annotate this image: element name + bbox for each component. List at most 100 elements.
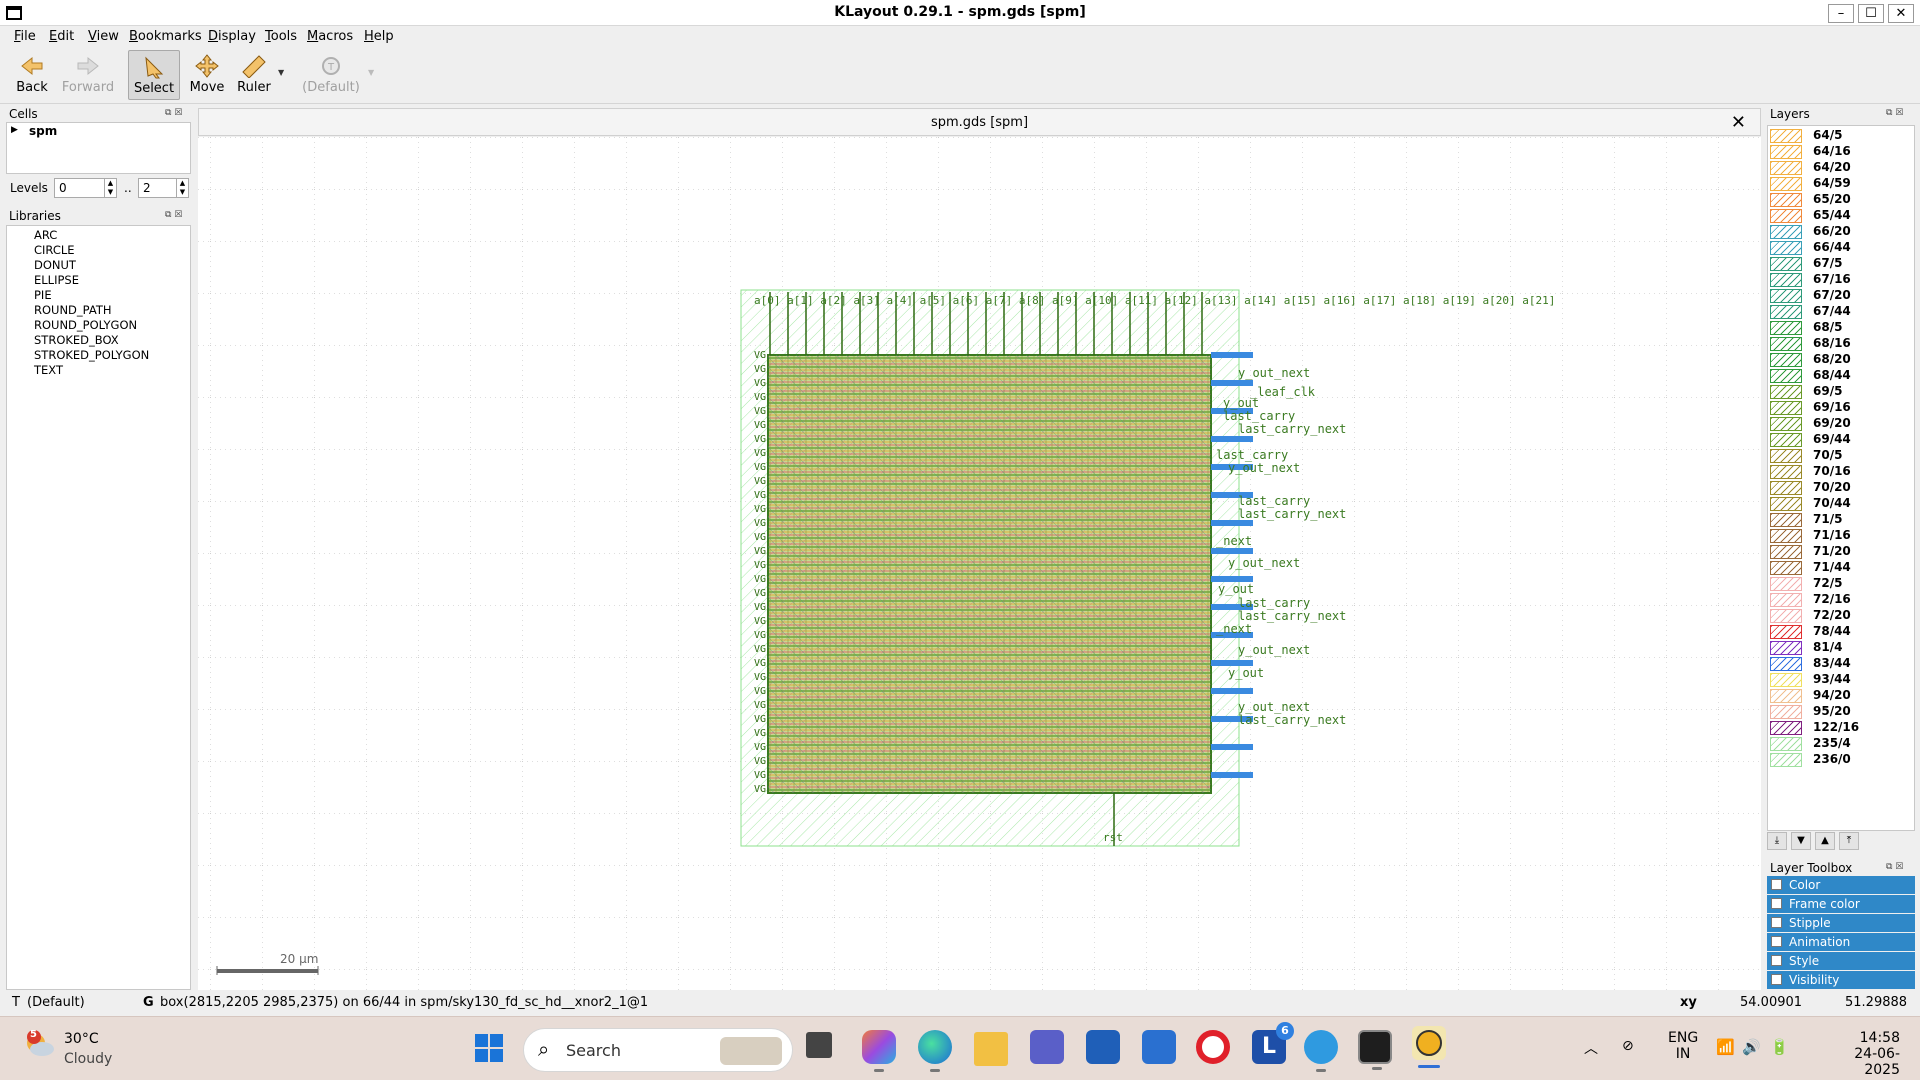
layer-row[interactable]: 68/5 bbox=[1770, 320, 1910, 336]
layer-row[interactable]: 66/44 bbox=[1770, 240, 1910, 256]
toolbox-frame-color[interactable]: Frame color bbox=[1767, 895, 1915, 913]
layer-row[interactable]: 72/20 bbox=[1770, 608, 1910, 624]
layer-row[interactable]: 70/16 bbox=[1770, 464, 1910, 480]
layer-row[interactable]: 68/20 bbox=[1770, 352, 1910, 368]
layer-row[interactable]: 70/5 bbox=[1770, 448, 1910, 464]
network-warning-icon[interactable]: ⊘ bbox=[1622, 1038, 1634, 1054]
layer-row[interactable]: 67/16 bbox=[1770, 272, 1910, 288]
layer-row[interactable]: 68/44 bbox=[1770, 368, 1910, 384]
levels-to-spinbox[interactable]: 2 ▲ ▼ bbox=[138, 178, 189, 198]
weather-desc[interactable]: Cloudy bbox=[64, 1051, 112, 1067]
cells-dock-buttons-icon[interactable]: ⧉ ☒ bbox=[165, 108, 187, 120]
layer-row[interactable]: 65/20 bbox=[1770, 192, 1910, 208]
checkbox-icon[interactable] bbox=[1771, 955, 1782, 966]
menu-tools[interactable]: Tools bbox=[265, 29, 297, 44]
library-item[interactable]: CIRCLE bbox=[34, 243, 75, 257]
layer-row[interactable]: 71/20 bbox=[1770, 544, 1910, 560]
terminal-icon[interactable] bbox=[1358, 1030, 1392, 1070]
layer-row[interactable]: 67/44 bbox=[1770, 304, 1910, 320]
library-item[interactable]: STROKED_POLYGON bbox=[34, 348, 149, 362]
layer-row[interactable]: 67/20 bbox=[1770, 288, 1910, 304]
layer-row[interactable]: 65/44 bbox=[1770, 208, 1910, 224]
ruler-tool[interactable]: Ruler bbox=[234, 50, 274, 100]
layout-tab[interactable]: spm.gds [spm] ✕ bbox=[198, 108, 1761, 136]
back-button[interactable]: Back bbox=[10, 50, 54, 100]
layer-row[interactable]: 95/20 bbox=[1770, 704, 1910, 720]
library-item[interactable]: TEXT bbox=[34, 363, 63, 377]
layer-row[interactable]: 69/20 bbox=[1770, 416, 1910, 432]
layer-row[interactable]: 72/5 bbox=[1770, 576, 1910, 592]
library-item[interactable]: DONUT bbox=[34, 258, 76, 272]
edge-browser-icon[interactable] bbox=[918, 1030, 952, 1072]
menu-edit[interactable]: Edit bbox=[49, 29, 74, 44]
layer-row[interactable]: 122/16 bbox=[1770, 720, 1910, 736]
checkbox-icon[interactable] bbox=[1771, 936, 1782, 947]
layer-row[interactable]: 69/16 bbox=[1770, 400, 1910, 416]
close-tab-icon[interactable]: ✕ bbox=[1731, 112, 1746, 133]
layout-canvas[interactable]: a[0] a[1] a[2] a[3] a[4] a[5] a[6] a[7] … bbox=[198, 137, 1761, 990]
toolbox-stipple[interactable]: Stipple bbox=[1767, 914, 1915, 932]
checkbox-icon[interactable] bbox=[1771, 898, 1782, 909]
layer-row[interactable]: 69/44 bbox=[1770, 432, 1910, 448]
layer-row[interactable]: 64/20 bbox=[1770, 160, 1910, 176]
clock[interactable]: 14:58 24-06-2025 bbox=[1820, 1030, 1900, 1078]
microsoft-store-icon[interactable] bbox=[1086, 1030, 1120, 1064]
layer-row[interactable]: 64/59 bbox=[1770, 176, 1910, 192]
layer-row[interactable]: 72/16 bbox=[1770, 592, 1910, 608]
layer-row[interactable]: 64/16 bbox=[1770, 144, 1910, 160]
default-dropdown-icon[interactable]: ▼ bbox=[368, 68, 374, 77]
layer-row[interactable]: 71/16 bbox=[1770, 528, 1910, 544]
layer-row[interactable]: 83/44 bbox=[1770, 656, 1910, 672]
cell-spm[interactable]: spm bbox=[29, 124, 57, 138]
move-bottom-icon[interactable]: ⤓ bbox=[1767, 832, 1787, 850]
library-item[interactable]: STROKED_BOX bbox=[34, 333, 119, 347]
library-item[interactable]: ELLIPSE bbox=[34, 273, 79, 287]
tray-chevron-icon[interactable]: ︿ bbox=[1584, 1038, 1598, 1058]
spin-arrows-icon[interactable]: ▲ ▼ bbox=[176, 179, 188, 197]
layout-drawing[interactable]: a[0] a[1] a[2] a[3] a[4] a[5] a[6] a[7] … bbox=[198, 137, 1761, 990]
default-template-button[interactable]: T (Default) bbox=[300, 50, 362, 100]
language-indicator[interactable]: ENG IN bbox=[1668, 1030, 1698, 1062]
layer-row[interactable]: 81/4 bbox=[1770, 640, 1910, 656]
opera-browser-icon[interactable] bbox=[1196, 1030, 1230, 1064]
menu-view[interactable]: View bbox=[88, 29, 119, 44]
drawing-app-icon[interactable] bbox=[1142, 1030, 1176, 1064]
layer-row[interactable]: 235/4 bbox=[1770, 736, 1910, 752]
select-tool[interactable]: Select bbox=[128, 50, 180, 100]
move-top-icon[interactable]: ⤒ bbox=[1839, 832, 1859, 850]
layer-row[interactable]: 69/5 bbox=[1770, 384, 1910, 400]
library-item[interactable]: ROUND_PATH bbox=[34, 303, 112, 317]
checkbox-icon[interactable] bbox=[1771, 917, 1782, 928]
minimize-button[interactable]: – bbox=[1828, 4, 1854, 23]
layer-row[interactable]: 66/20 bbox=[1770, 224, 1910, 240]
layer-row[interactable]: 70/44 bbox=[1770, 496, 1910, 512]
library-item[interactable]: ARC bbox=[34, 228, 57, 242]
layers-dock-buttons-icon[interactable]: ⧉ ☒ bbox=[1886, 108, 1908, 120]
toolbox-visibility[interactable]: Visibility bbox=[1767, 971, 1915, 989]
wifi-icon[interactable]: 📶 bbox=[1716, 1038, 1735, 1056]
library-item[interactable]: PIE bbox=[34, 288, 52, 302]
libraries-dock-buttons-icon[interactable]: ⧉ ☒ bbox=[165, 210, 187, 222]
layer-row[interactable]: 94/20 bbox=[1770, 688, 1910, 704]
layer-row[interactable]: 64/5 bbox=[1770, 128, 1910, 144]
maximize-button[interactable]: ☐ bbox=[1858, 4, 1884, 23]
layer-row[interactable]: 68/16 bbox=[1770, 336, 1910, 352]
layer-row[interactable]: 236/0 bbox=[1770, 752, 1910, 768]
messaging-app-icon[interactable] bbox=[1304, 1030, 1338, 1072]
menu-display[interactable]: Display bbox=[208, 29, 256, 44]
layer-row[interactable]: 71/5 bbox=[1770, 512, 1910, 528]
expand-arrow-icon[interactable]: ▶ bbox=[11, 125, 18, 135]
layer-row[interactable]: 71/44 bbox=[1770, 560, 1910, 576]
task-view-icon[interactable] bbox=[806, 1032, 832, 1058]
start-button[interactable] bbox=[472, 1031, 506, 1065]
battery-icon[interactable]: 🔋 bbox=[1770, 1038, 1789, 1056]
weather-temp[interactable]: 30°C bbox=[64, 1031, 99, 1047]
ruler-dropdown-icon[interactable]: ▼ bbox=[278, 68, 284, 77]
close-button[interactable]: ✕ bbox=[1888, 4, 1914, 23]
library-item[interactable]: ROUND_POLYGON bbox=[34, 318, 137, 332]
taskbar-search[interactable]: ⌕ Search bbox=[523, 1028, 793, 1072]
menu-file[interactable]: File bbox=[14, 29, 36, 44]
move-tool[interactable]: Move bbox=[186, 50, 228, 100]
move-up-icon[interactable]: ▲ bbox=[1815, 832, 1835, 850]
levels-from-spinbox[interactable]: 0 ▲ ▼ bbox=[54, 178, 117, 198]
